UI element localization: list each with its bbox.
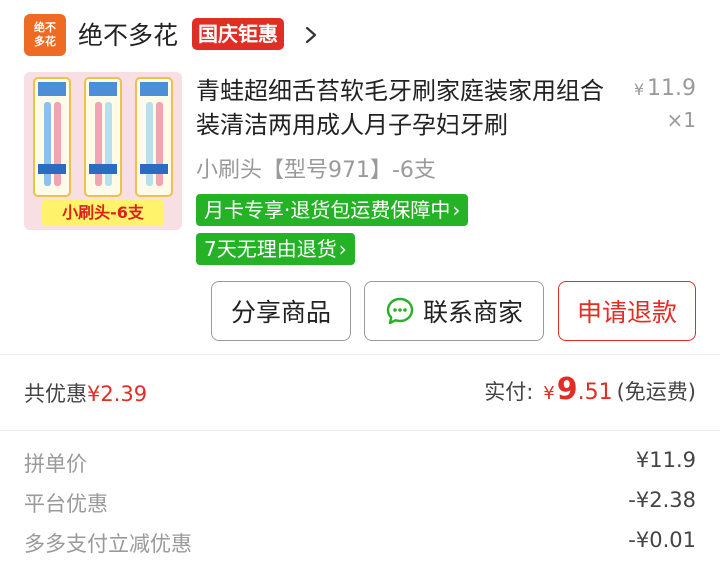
product-image-caption: 小刷头-6支 — [62, 203, 144, 222]
price-detail-row: 多多支付立减优惠 -¥0.01 — [24, 528, 696, 558]
detail-value: -¥2.38 — [628, 488, 696, 512]
unit-price-value: 11.9 — [647, 76, 696, 101]
total-discount-label: 共优惠 — [24, 382, 87, 406]
detail-value: -¥0.01 — [628, 528, 696, 552]
shop-promo-badge: 国庆钜惠 — [192, 18, 284, 50]
chevron-right-icon[interactable] — [300, 22, 322, 48]
share-product-button[interactable]: 分享商品 — [211, 281, 351, 341]
promo-tag-label: 月卡专享·退货包运费保障中 — [204, 198, 451, 222]
product-spec: 小刷头【型号971】-6支 — [196, 158, 436, 183]
shipping-note: (免运费) — [616, 380, 696, 404]
shop-logo-line2: 多花 — [34, 35, 56, 48]
divider — [0, 430, 720, 431]
chevron-right-icon: › — [338, 237, 347, 261]
shop-header[interactable]: 绝不 多花 绝不多花 国庆钜惠 — [0, 0, 720, 68]
price-detail-row: 平台优惠 -¥2.38 — [24, 488, 696, 518]
detail-label: 平台优惠 — [24, 492, 108, 516]
unit-price: ¥11.9 — [634, 76, 696, 101]
detail-value: ¥11.9 — [635, 448, 696, 472]
amount-paid-decimal: .51 — [577, 380, 613, 405]
promo-tag-label: 7天无理由退货 — [204, 237, 337, 261]
amount-paid-label: 实付: — [484, 380, 534, 404]
total-discount: 共优惠¥2.39 — [24, 378, 147, 408]
amount-paid-integer: 9 — [556, 372, 578, 407]
shop-name[interactable]: 绝不多花 — [78, 16, 178, 52]
amount-paid-symbol: ¥ — [543, 383, 555, 404]
contact-seller-label: 联系商家 — [422, 298, 523, 327]
chat-bubble-icon — [386, 297, 414, 325]
unit-price-symbol: ¥ — [633, 80, 645, 99]
price-detail-row: 拼单价 ¥11.9 — [24, 448, 696, 478]
share-product-label: 分享商品 — [230, 298, 331, 327]
total-discount-value: ¥2.39 — [87, 382, 148, 406]
promo-tag-7day-return[interactable]: 7天无理由退货 › — [196, 233, 355, 265]
apply-refund-button[interactable]: 申请退款 — [558, 281, 696, 341]
quantity: ×1 — [666, 108, 696, 132]
shop-logo-line1: 绝不 — [34, 21, 56, 34]
shop-logo[interactable]: 绝不 多花 — [24, 14, 66, 56]
apply-refund-label: 申请退款 — [576, 298, 677, 327]
product-title[interactable]: 青蛙超细舌苔软毛牙刷家庭装家用组合装清洁两用成人月子孕妇牙刷 — [196, 74, 616, 142]
amount-paid: 实付: ¥ 9 .51 (免运费) — [484, 372, 696, 407]
detail-label: 多多支付立减优惠 — [24, 532, 192, 556]
product-thumbnail[interactable]: 小刷头-6支 — [24, 72, 182, 230]
promo-tag-monthly-card[interactable]: 月卡专享·退货包运费保障中 › — [196, 194, 469, 226]
detail-label: 拼单价 — [24, 452, 87, 476]
divider — [0, 354, 720, 355]
chevron-right-icon: › — [452, 198, 461, 222]
contact-seller-button[interactable]: 联系商家 — [364, 281, 544, 341]
